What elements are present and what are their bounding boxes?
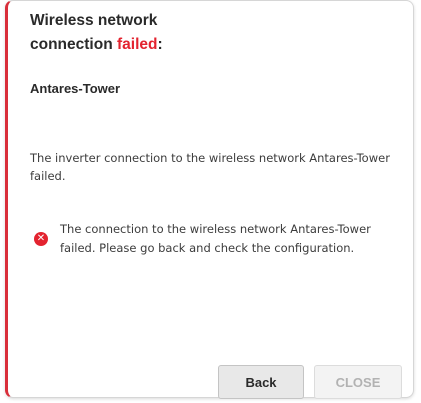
error-notice: ✕ The connection to the wireless network… — [34, 220, 394, 258]
title-failed-word: failed — [116, 36, 158, 53]
connection-failed-dialog: Wireless network connection failed: Anta… — [5, 0, 414, 398]
back-button[interactable]: Back — [218, 365, 304, 399]
title-line1: Wireless network — [30, 12, 158, 29]
error-circle-x-icon: ✕ — [34, 232, 48, 246]
title-line2-prefix: connection — [30, 36, 117, 53]
title-suffix: : — [157, 36, 163, 53]
close-button[interactable]: CLOSE — [314, 365, 402, 399]
error-message: The connection to the wireless network A… — [60, 222, 371, 255]
network-name: Antares-Tower — [30, 81, 121, 96]
dialog-title: Wireless network connection failed: — [30, 9, 330, 57]
failure-message: The inverter connection to the wireless … — [30, 151, 390, 183]
